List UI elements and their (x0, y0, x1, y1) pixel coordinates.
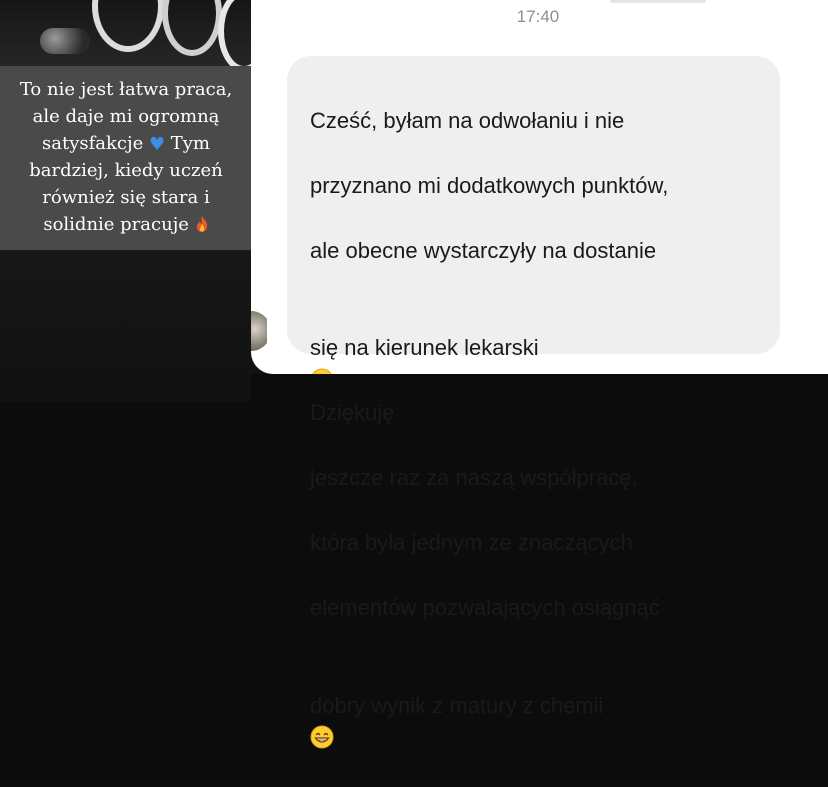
message-line: Cześć, byłam na odwołaniu i nie (310, 107, 625, 133)
message-line: elementów pozwalających osiągnąć (310, 595, 660, 620)
blue-heart-icon: ♥ (148, 134, 166, 155)
message-timestamp: 17:40 (516, 7, 560, 26)
caption-line: satysfakcje (42, 133, 144, 154)
ring-image (40, 28, 90, 54)
message-line: Dziękuję (310, 400, 395, 425)
story-caption: To nie jest łatwa praca, ale daje mi ogr… (4, 76, 248, 238)
caption-line: solidnie pracuje (43, 214, 189, 235)
message-line: się na kierunek lekarski (310, 335, 539, 360)
caption-line: ale daje mi ogromną (32, 106, 220, 127)
grinning-face-icon (310, 725, 334, 749)
fire-icon (196, 216, 207, 232)
message-line: która była jednym ze znaczących (310, 530, 633, 555)
caption-line: Tym (170, 133, 210, 154)
caption-line: również się stara i (42, 187, 210, 208)
bottom-strip (251, 374, 828, 402)
caption-line: To nie jest łatwa praca, (19, 79, 233, 100)
message-text: Cześć, byłam na odwołaniu i nie przyznan… (310, 72, 770, 787)
top-bar (610, 0, 706, 3)
message-line: ale obecne wystarczyły na dostanie (310, 237, 657, 263)
story-photo (0, 0, 260, 66)
avatar (251, 311, 267, 353)
message-line: jeszcze raz za naszą współpracę, (310, 465, 638, 490)
message-line: przyznano mi dodatkowych punktów, (310, 172, 669, 198)
message-line: dobry wynik z matury z chemii (310, 692, 604, 718)
caption-line: bardziej, kiedy uczeń (29, 160, 223, 181)
